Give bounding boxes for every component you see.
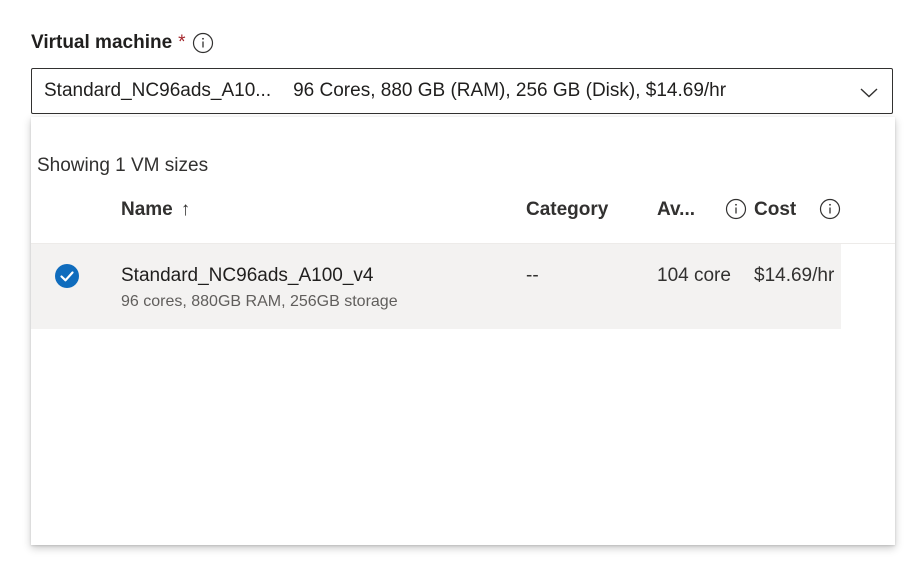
check-circle-icon[interactable] bbox=[55, 264, 79, 288]
info-icon[interactable] bbox=[819, 198, 841, 225]
info-icon[interactable] bbox=[725, 198, 747, 225]
row-cost: $14.69/hr bbox=[754, 265, 835, 286]
column-header-name[interactable]: Name ↑ bbox=[121, 199, 190, 221]
vm-selector-stage: Virtual machine * Standard_NC96ads_A10..… bbox=[0, 0, 916, 562]
row-vm-name: Standard_NC96ads_A100_v4 bbox=[121, 265, 374, 286]
vm-size-dropdown: Showing 1 VM sizes Name ↑ Category Av...… bbox=[31, 117, 895, 545]
row-vm-description: 96 cores, 880GB RAM, 256GB storage bbox=[121, 293, 398, 310]
row-availability: 104 core bbox=[657, 265, 731, 286]
column-header-category[interactable]: Category bbox=[526, 199, 608, 221]
field-label-text: Virtual machine bbox=[31, 32, 173, 53]
column-header-category-label: Category bbox=[526, 199, 609, 220]
table-row[interactable]: Standard_NC96ads_A100_v4 96 cores, 880GB… bbox=[31, 244, 841, 329]
field-label: Virtual machine * bbox=[31, 32, 214, 54]
vm-size-select[interactable]: Standard_NC96ads_A10... 96 Cores, 880 GB… bbox=[31, 68, 893, 114]
column-header-availability[interactable]: Av... bbox=[657, 199, 695, 221]
selected-vm-specs: 96 Cores, 880 GB (RAM), 256 GB (Disk), $… bbox=[293, 80, 727, 101]
chevron-down-icon[interactable] bbox=[858, 81, 880, 103]
info-icon[interactable] bbox=[192, 32, 214, 54]
results-count: Showing 1 VM sizes bbox=[37, 155, 209, 176]
column-header-cost-label: Cost bbox=[754, 199, 797, 220]
required-marker: * bbox=[178, 32, 186, 53]
column-header-name-label: Name bbox=[121, 199, 173, 220]
sort-ascending-icon: ↑ bbox=[180, 199, 191, 220]
selected-vm-name: Standard_NC96ads_A10... bbox=[44, 80, 272, 101]
column-header-availability-label: Av... bbox=[657, 199, 696, 220]
row-category: -- bbox=[526, 265, 539, 286]
column-header-cost[interactable]: Cost bbox=[754, 199, 796, 221]
